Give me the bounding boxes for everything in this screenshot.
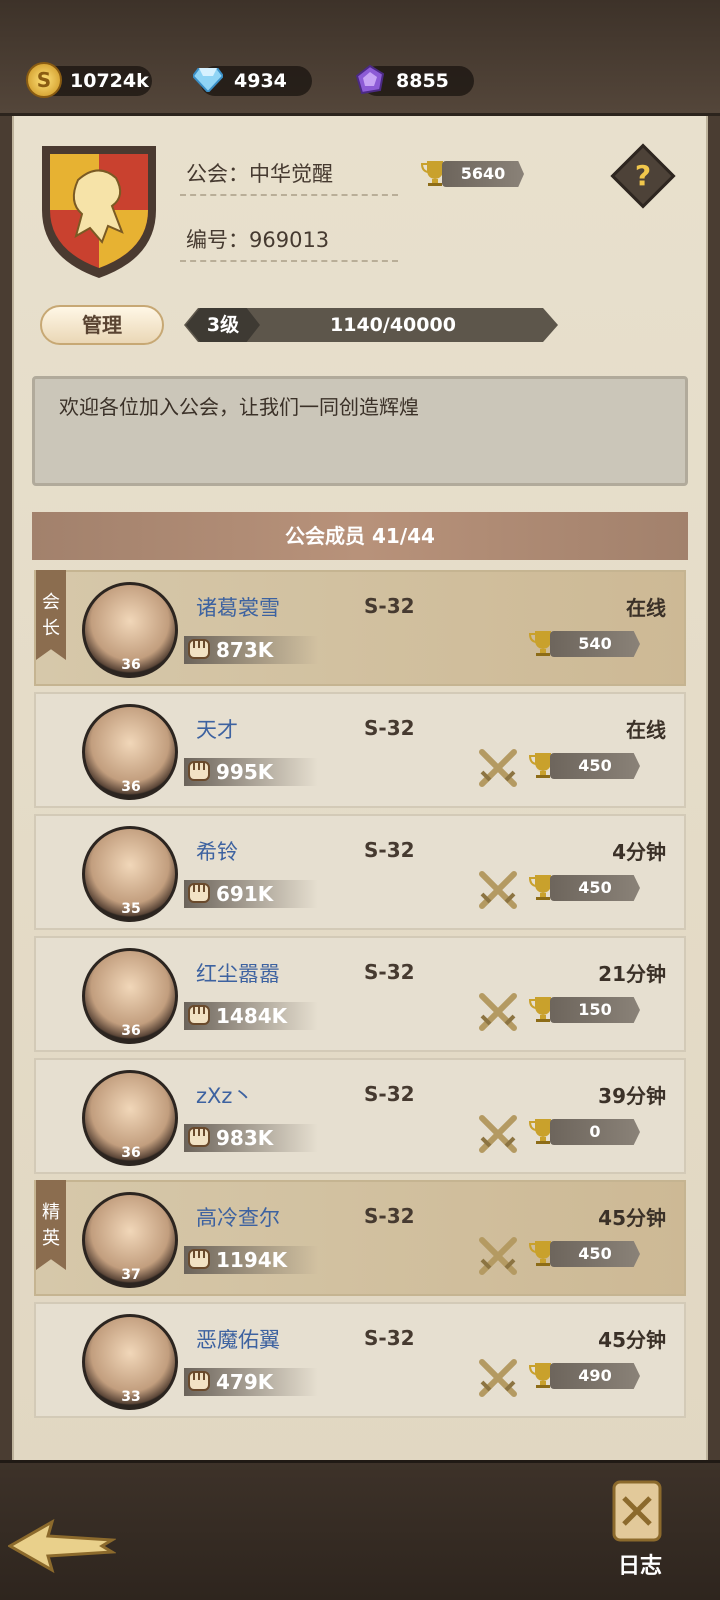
member-row[interactable]: 36 红尘嚣嚣 S-32 21分钟 1484K 150 xyxy=(34,936,686,1052)
member-name: 诸葛裳雪 xyxy=(196,596,280,620)
member-trophies: 450 xyxy=(550,1241,640,1267)
member-status: 39分钟 xyxy=(598,1084,666,1108)
member-row[interactable]: 36 诸葛裳雪 S-32 在线 873K 540 xyxy=(34,570,686,686)
fist-icon xyxy=(188,883,210,903)
crossed-swords-icon[interactable] xyxy=(476,1356,520,1400)
guild-emblem-icon xyxy=(42,146,156,278)
member-avatar[interactable]: 36 xyxy=(82,948,178,1044)
member-level: 36 xyxy=(121,1023,141,1039)
back-arrow-icon[interactable] xyxy=(8,1518,116,1574)
member-server: S-32 xyxy=(364,594,415,618)
member-trophies: 150 xyxy=(550,997,640,1023)
member-name: 天才 xyxy=(196,718,238,742)
fist-icon xyxy=(188,639,210,659)
guild-notice: 欢迎各位加入公会，让我们一同创造辉煌 xyxy=(32,376,688,486)
diamond-icon xyxy=(190,62,226,98)
guild-trophies: 5640 xyxy=(442,161,524,187)
crossed-swords-icon[interactable] xyxy=(476,1234,520,1278)
member-status: 在线 xyxy=(626,718,666,742)
purple-crystal-icon xyxy=(352,62,388,98)
fist-icon xyxy=(188,1249,210,1269)
crossed-swords-icon[interactable] xyxy=(476,746,520,790)
gold-resource[interactable]: S 10724k xyxy=(26,62,152,98)
diamond-value: 4934 xyxy=(234,70,287,92)
resource-bar xyxy=(0,0,720,116)
member-row[interactable]: 37 高冷查尔 S-32 45分钟 1194K 450 xyxy=(34,1180,686,1296)
member-name: 希铃 xyxy=(196,840,238,864)
member-server: S-32 xyxy=(364,1326,415,1350)
member-row[interactable]: 36 zXz丶 S-32 39分钟 983K 0 xyxy=(34,1058,686,1174)
member-level: 33 xyxy=(121,1389,141,1405)
guild-exp-text: 1140/40000 xyxy=(330,314,456,336)
member-avatar[interactable]: 36 xyxy=(82,1070,178,1166)
member-avatar[interactable]: 36 xyxy=(82,582,178,678)
member-status: 45分钟 xyxy=(598,1206,666,1230)
member-role-badge: 精 英 xyxy=(36,1180,66,1270)
member-trophies: 450 xyxy=(550,753,640,779)
member-name: zXz丶 xyxy=(196,1084,254,1108)
fist-icon xyxy=(188,1127,210,1147)
member-trophies: 0 xyxy=(550,1119,640,1145)
member-server: S-32 xyxy=(364,716,415,740)
member-trophies: 450 xyxy=(550,875,640,901)
member-row[interactable]: 33 恶魔佑翼 S-32 45分钟 479K 490 xyxy=(34,1302,686,1418)
member-level: 35 xyxy=(121,901,141,917)
member-row[interactable]: 36 天才 S-32 在线 995K 450 xyxy=(34,692,686,808)
member-level: 36 xyxy=(121,1145,141,1161)
crossed-swords-icon[interactable] xyxy=(476,990,520,1034)
fist-icon xyxy=(188,1005,210,1025)
members-header: 公会成员 41/44 xyxy=(32,512,688,560)
member-name: 红尘嚣嚣 xyxy=(196,962,280,986)
member-name: 高冷查尔 xyxy=(196,1206,280,1230)
gold-coin-icon: S xyxy=(26,62,62,98)
member-server: S-32 xyxy=(364,838,415,862)
member-avatar[interactable]: 33 xyxy=(82,1314,178,1410)
member-trophies: 540 xyxy=(550,631,640,657)
member-status: 4分钟 xyxy=(612,840,666,864)
crystal-resource[interactable]: 8855 xyxy=(355,64,474,96)
log-label[interactable]: 日志 xyxy=(600,1548,680,1580)
help-icon[interactable]: ? xyxy=(620,153,666,199)
member-server: S-32 xyxy=(364,1082,415,1106)
member-avatar[interactable]: 35 xyxy=(82,826,178,922)
member-server: S-32 xyxy=(364,960,415,984)
fist-icon xyxy=(188,761,210,781)
log-scroll-icon[interactable] xyxy=(606,1476,668,1546)
member-trophies: 490 xyxy=(550,1363,640,1389)
manage-button[interactable]: 管理 xyxy=(40,305,164,345)
member-name: 恶魔佑翼 xyxy=(196,1328,280,1352)
crossed-swords-icon[interactable] xyxy=(476,1112,520,1156)
crystal-value: 8855 xyxy=(396,70,449,92)
member-level: 36 xyxy=(121,779,141,795)
member-status: 在线 xyxy=(626,596,666,620)
member-status: 21分钟 xyxy=(598,962,666,986)
member-avatar[interactable]: 37 xyxy=(82,1192,178,1288)
member-avatar[interactable]: 36 xyxy=(82,704,178,800)
member-server: S-32 xyxy=(364,1204,415,1228)
guild-id: 编号：969013 xyxy=(180,218,398,262)
member-level: 37 xyxy=(121,1267,141,1283)
crossed-swords-icon[interactable] xyxy=(476,868,520,912)
guild-name: 公会：中华觉醒 xyxy=(180,152,398,196)
fist-icon xyxy=(188,1371,210,1391)
guild-level-badge: 3级 xyxy=(186,308,260,342)
member-status: 45分钟 xyxy=(598,1328,666,1352)
gold-value: 10724k xyxy=(70,70,149,92)
member-level: 36 xyxy=(121,657,141,673)
diamond-resource[interactable]: 4934 xyxy=(193,66,312,96)
member-role-badge: 会 长 xyxy=(36,570,66,660)
member-row[interactable]: 35 希铃 S-32 4分钟 691K 450 xyxy=(34,814,686,930)
